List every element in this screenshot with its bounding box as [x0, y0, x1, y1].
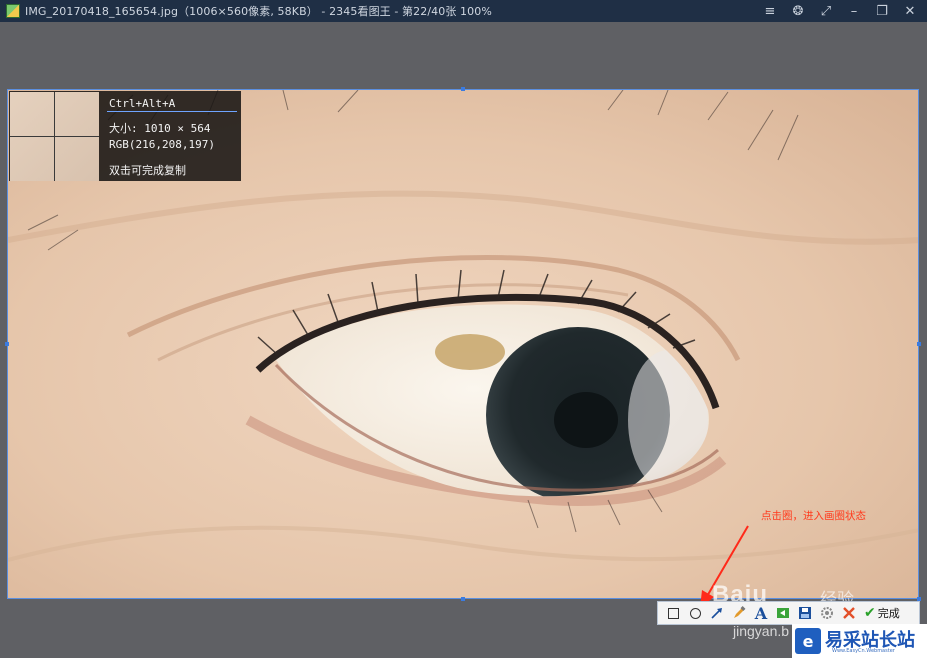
- restore-icon[interactable]: ❐: [875, 4, 889, 19]
- resize-handle-top[interactable]: [461, 87, 465, 91]
- shortcut-label: Ctrl+Alt+A: [109, 97, 176, 110]
- rgb-label: RGB(216,208,197): [109, 138, 215, 151]
- capture-info-panel: Ctrl+Alt+A 大小: 1010 × 564 RGB(216,208,19…: [9, 91, 241, 181]
- window-title: IMG_20170418_165654.jpg（1006×560像素, 58KB…: [25, 5, 492, 18]
- settings-icon: [821, 607, 833, 619]
- ellipse-tool-button[interactable]: [686, 604, 704, 622]
- site-logo-url: Www.EasyCn.Webmaster: [832, 648, 895, 654]
- text-icon: A: [754, 603, 768, 623]
- capture-toolbar: A ✔ 完成: [657, 601, 920, 625]
- menu-icon[interactable]: ≡: [763, 4, 777, 19]
- skin-icon[interactable]: ❂: [791, 4, 805, 19]
- size-label: 大小: 1010 × 564: [109, 122, 211, 135]
- save-tool-button[interactable]: [796, 604, 814, 622]
- settings-tool-button[interactable]: [818, 604, 836, 622]
- cancel-tool-button[interactable]: [840, 604, 858, 622]
- text-tool-button[interactable]: A: [752, 603, 770, 623]
- copy-hint: 双击可完成复制: [109, 164, 186, 177]
- done-label: 完成: [877, 607, 900, 620]
- save-icon: [799, 607, 811, 619]
- cancel-icon: [843, 607, 855, 619]
- close-icon[interactable]: ✕: [903, 4, 917, 19]
- site-logo-icon: e: [795, 628, 821, 654]
- check-icon: ✔: [864, 605, 876, 621]
- magnifier-preview: [10, 92, 99, 181]
- done-button[interactable]: ✔ 完成: [864, 605, 900, 621]
- arrow-icon: [711, 608, 722, 619]
- brush-tool-button[interactable]: [730, 604, 748, 622]
- window-controls: ≡ ❂ ⤢ – ❐ ✕: [763, 0, 917, 22]
- resize-handle-right[interactable]: [917, 342, 921, 346]
- title-bar: IMG_20170418_165654.jpg（1006×560像素, 58KB…: [0, 0, 927, 22]
- arrow-tool-button[interactable]: [708, 604, 726, 622]
- fullscreen-icon[interactable]: ⤢: [819, 4, 833, 19]
- jingyan-watermark: jingyan.b: [733, 623, 790, 639]
- app-icon: [6, 4, 20, 18]
- resize-handle-left[interactable]: [5, 342, 9, 346]
- brush-icon: [734, 606, 746, 618]
- resize-handle-bottom[interactable]: [461, 597, 465, 601]
- undo-tool-button[interactable]: [774, 604, 792, 622]
- ellipse-icon: [689, 607, 701, 619]
- undo-icon: [777, 608, 789, 618]
- annotation-text: 点击圈，进入画圈状态: [761, 510, 866, 522]
- rectangle-tool-button[interactable]: [664, 604, 682, 622]
- rectangle-icon: [667, 607, 679, 619]
- minimize-icon[interactable]: –: [847, 4, 861, 19]
